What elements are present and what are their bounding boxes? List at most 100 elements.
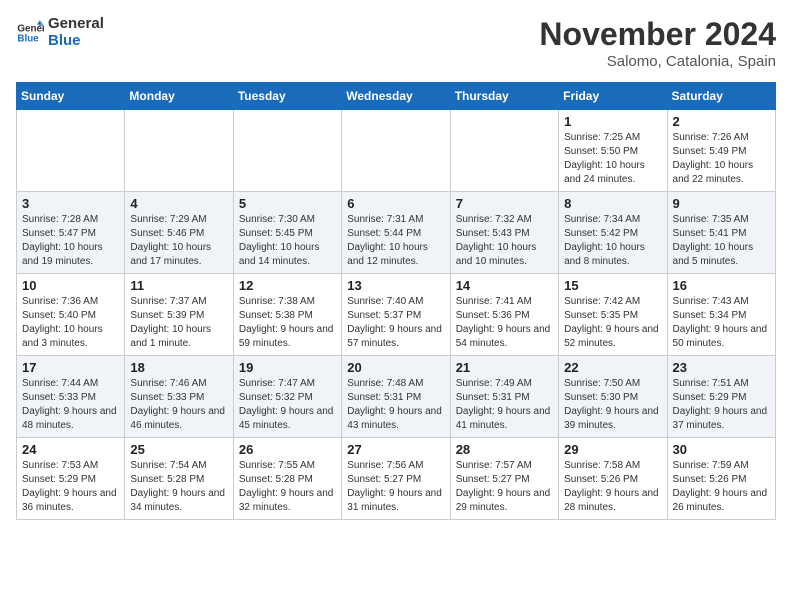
weekday-header-monday: Monday	[125, 83, 233, 110]
weekday-header-wednesday: Wednesday	[342, 83, 450, 110]
day-info: Sunrise: 7:41 AM Sunset: 5:36 PM Dayligh…	[456, 295, 553, 351]
day-info: Sunrise: 7:56 AM Sunset: 5:27 PM Dayligh…	[347, 459, 444, 515]
day-info: Sunrise: 7:36 AM Sunset: 5:40 PM Dayligh…	[22, 295, 119, 351]
day-info: Sunrise: 7:29 AM Sunset: 5:46 PM Dayligh…	[130, 213, 227, 269]
weekday-header-saturday: Saturday	[667, 83, 775, 110]
day-info: Sunrise: 7:48 AM Sunset: 5:31 PM Dayligh…	[347, 377, 444, 433]
day-info: Sunrise: 7:44 AM Sunset: 5:33 PM Dayligh…	[22, 377, 119, 433]
calendar-cell: 3 Sunrise: 7:28 AM Sunset: 5:47 PM Daylig…	[17, 192, 125, 274]
day-info: Sunrise: 7:42 AM Sunset: 5:35 PM Dayligh…	[564, 295, 661, 351]
day-info: Sunrise: 7:54 AM Sunset: 5:28 PM Dayligh…	[130, 459, 227, 515]
day-number: 18	[130, 360, 227, 375]
day-info: Sunrise: 7:30 AM Sunset: 5:45 PM Dayligh…	[239, 213, 336, 269]
calendar-header: SundayMondayTuesdayWednesdayThursdayFrid…	[17, 83, 776, 110]
calendar-cell: 29Sunrise: 7:58 AM Sunset: 5:26 PM Dayli…	[559, 438, 667, 520]
day-number: 23	[673, 360, 770, 375]
day-number: 8	[564, 196, 661, 211]
calendar-cell: 22 Sunrise: 7:50 AM Sunset: 5:30 PM Dayli…	[559, 356, 667, 438]
day-number: 14	[456, 278, 553, 293]
day-number: 29	[564, 442, 661, 457]
calendar-cell: 14 Sunrise: 7:41 AM Sunset: 5:36 PM Dayli…	[450, 274, 558, 356]
calendar-table: SundayMondayTuesdayWednesdayThursdayFrid…	[16, 82, 776, 520]
calendar-cell: 18 Sunrise: 7:46 AM Sunset: 5:33 PM Dayli…	[125, 356, 233, 438]
day-number: 15	[564, 278, 661, 293]
day-number: 9	[673, 196, 770, 211]
day-info: Sunrise: 7:32 AM Sunset: 5:43 PM Dayligh…	[456, 213, 553, 269]
calendar-cell: 25 Sunrise: 7:54 AM Sunset: 5:28 PM Dayli…	[125, 438, 233, 520]
month-title: November 2024	[539, 16, 776, 53]
calendar-week-2: 3 Sunrise: 7:28 AM Sunset: 5:47 PM Daylig…	[17, 192, 776, 274]
day-info: Sunrise: 7:46 AM Sunset: 5:33 PM Dayligh…	[130, 377, 227, 433]
day-number: 27	[347, 442, 444, 457]
day-info: Sunrise: 7:35 AM Sunset: 5:41 PM Dayligh…	[673, 213, 770, 269]
svg-text:Blue: Blue	[17, 33, 39, 44]
weekday-header-sunday: Sunday	[17, 83, 125, 110]
weekday-header-thursday: Thursday	[450, 83, 558, 110]
logo-icon: General Blue	[16, 19, 44, 47]
day-number: 12	[239, 278, 336, 293]
day-number: 22	[564, 360, 661, 375]
day-info: Sunrise: 7:55 AM Sunset: 5:28 PM Dayligh…	[239, 459, 336, 515]
weekday-header-friday: Friday	[559, 83, 667, 110]
day-number: 28	[456, 442, 553, 457]
calendar-week-5: 24Sunrise: 7:53 AM Sunset: 5:29 PM Dayli…	[17, 438, 776, 520]
day-info: Sunrise: 7:43 AM Sunset: 5:34 PM Dayligh…	[673, 295, 770, 351]
day-number: 2	[673, 114, 770, 129]
calendar-cell: 4 Sunrise: 7:29 AM Sunset: 5:46 PM Daylig…	[125, 192, 233, 274]
calendar-cell	[233, 110, 341, 192]
calendar-cell	[342, 110, 450, 192]
day-info: Sunrise: 7:25 AM Sunset: 5:50 PM Dayligh…	[564, 131, 661, 187]
calendar-cell: 15 Sunrise: 7:42 AM Sunset: 5:35 PM Dayli…	[559, 274, 667, 356]
calendar-week-4: 17 Sunrise: 7:44 AM Sunset: 5:33 PM Dayli…	[17, 356, 776, 438]
weekday-header-row: SundayMondayTuesdayWednesdayThursdayFrid…	[17, 83, 776, 110]
calendar-cell: 11 Sunrise: 7:37 AM Sunset: 5:39 PM Dayli…	[125, 274, 233, 356]
calendar-cell	[450, 110, 558, 192]
day-number: 1	[564, 114, 661, 129]
calendar-cell: 17 Sunrise: 7:44 AM Sunset: 5:33 PM Dayli…	[17, 356, 125, 438]
calendar-cell: 7 Sunrise: 7:32 AM Sunset: 5:43 PM Daylig…	[450, 192, 558, 274]
weekday-header-tuesday: Tuesday	[233, 83, 341, 110]
day-info: Sunrise: 7:50 AM Sunset: 5:30 PM Dayligh…	[564, 377, 661, 433]
day-info: Sunrise: 7:49 AM Sunset: 5:31 PM Dayligh…	[456, 377, 553, 433]
header: General Blue General Blue November 2024 …	[16, 16, 776, 70]
day-info: Sunrise: 7:59 AM Sunset: 5:26 PM Dayligh…	[673, 459, 770, 515]
calendar-cell: 27 Sunrise: 7:56 AM Sunset: 5:27 PM Dayli…	[342, 438, 450, 520]
calendar-cell: 19Sunrise: 7:47 AM Sunset: 5:32 PM Dayli…	[233, 356, 341, 438]
calendar-cell: 10 Sunrise: 7:36 AM Sunset: 5:40 PM Dayli…	[17, 274, 125, 356]
calendar-cell: 23Sunrise: 7:51 AM Sunset: 5:29 PM Dayli…	[667, 356, 775, 438]
logo: General Blue General Blue	[16, 16, 104, 49]
logo-general: General	[48, 16, 104, 33]
calendar-cell: 30Sunrise: 7:59 AM Sunset: 5:26 PM Dayli…	[667, 438, 775, 520]
day-info: Sunrise: 7:37 AM Sunset: 5:39 PM Dayligh…	[130, 295, 227, 351]
calendar-cell: 8Sunrise: 7:34 AM Sunset: 5:42 PM Daylig…	[559, 192, 667, 274]
calendar-cell: 5Sunrise: 7:30 AM Sunset: 5:45 PM Daylig…	[233, 192, 341, 274]
day-number: 10	[22, 278, 119, 293]
calendar-cell: 2Sunrise: 7:26 AM Sunset: 5:49 PM Daylig…	[667, 110, 775, 192]
day-number: 26	[239, 442, 336, 457]
day-info: Sunrise: 7:28 AM Sunset: 5:47 PM Dayligh…	[22, 213, 119, 269]
day-number: 4	[130, 196, 227, 211]
calendar-cell: 16Sunrise: 7:43 AM Sunset: 5:34 PM Dayli…	[667, 274, 775, 356]
day-info: Sunrise: 7:38 AM Sunset: 5:38 PM Dayligh…	[239, 295, 336, 351]
calendar-cell: 20 Sunrise: 7:48 AM Sunset: 5:31 PM Dayli…	[342, 356, 450, 438]
day-number: 20	[347, 360, 444, 375]
day-info: Sunrise: 7:31 AM Sunset: 5:44 PM Dayligh…	[347, 213, 444, 269]
day-number: 3	[22, 196, 119, 211]
calendar-cell	[125, 110, 233, 192]
day-number: 17	[22, 360, 119, 375]
calendar-cell: 13 Sunrise: 7:40 AM Sunset: 5:37 PM Dayli…	[342, 274, 450, 356]
day-number: 25	[130, 442, 227, 457]
day-info: Sunrise: 7:57 AM Sunset: 5:27 PM Dayligh…	[456, 459, 553, 515]
day-number: 13	[347, 278, 444, 293]
calendar-cell: 21Sunrise: 7:49 AM Sunset: 5:31 PM Dayli…	[450, 356, 558, 438]
day-number: 11	[130, 278, 227, 293]
calendar-cell: 1 Sunrise: 7:25 AM Sunset: 5:50 PM Daylig…	[559, 110, 667, 192]
title-area: November 2024 Salomo, Catalonia, Spain	[539, 16, 776, 70]
location: Salomo, Catalonia, Spain	[539, 53, 776, 70]
day-number: 6	[347, 196, 444, 211]
day-number: 7	[456, 196, 553, 211]
logo-blue: Blue	[48, 33, 104, 50]
calendar-cell: 28 Sunrise: 7:57 AM Sunset: 5:27 PM Dayli…	[450, 438, 558, 520]
day-info: Sunrise: 7:40 AM Sunset: 5:37 PM Dayligh…	[347, 295, 444, 351]
day-number: 24	[22, 442, 119, 457]
